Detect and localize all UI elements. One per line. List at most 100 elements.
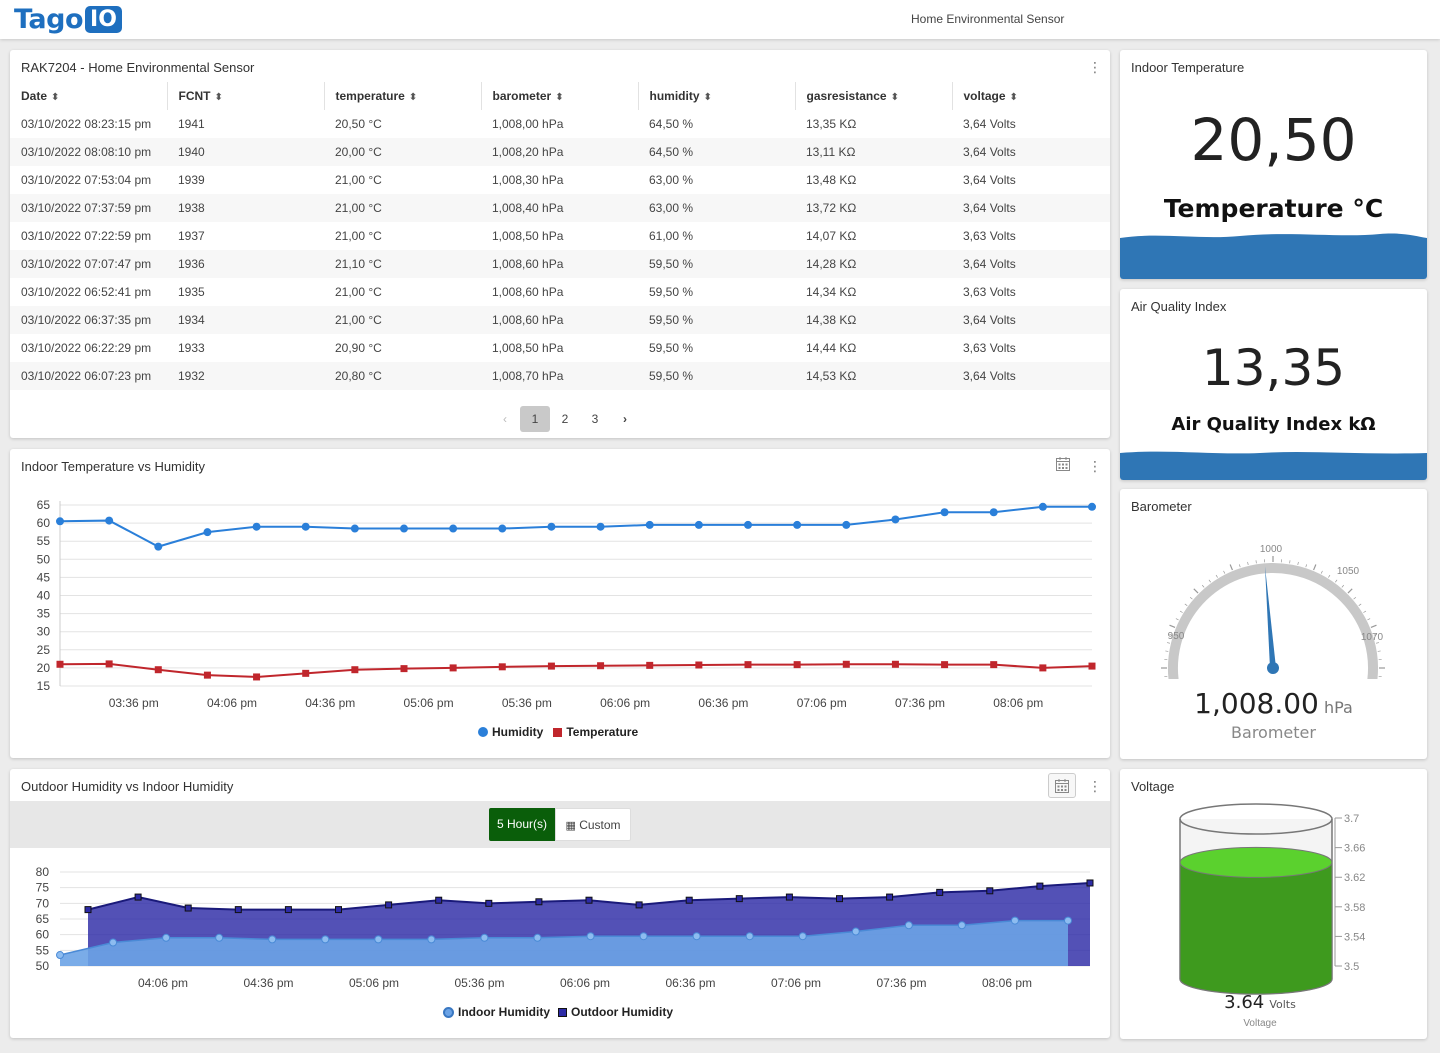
column-header-date[interactable]: Date ⬍ [10, 82, 168, 110]
table-widget-title: RAK7204 - Home Environmental Sensor [21, 60, 255, 75]
column-header-humidity[interactable]: humidity ⬍ [638, 82, 796, 110]
chart2-x-tick-label: 07:06 pm [771, 976, 821, 990]
outdoor-humidity-data-point [735, 895, 743, 903]
air-quality-wave-graphic [1120, 451, 1427, 480]
temperature-data-point [793, 661, 801, 669]
sort-icon[interactable]: ⬍ [51, 92, 59, 103]
indoor-humidity-data-point [109, 938, 118, 947]
indoor-humidity-data-point [851, 927, 860, 936]
tago-logo[interactable]: Tago IO [14, 3, 122, 35]
table-cell: 14,38 KΩ [795, 306, 952, 334]
column-header-barometer[interactable]: barometer ⬍ [481, 82, 639, 110]
temperature-data-point [744, 661, 752, 669]
chart1-y-tick-label: 30 [37, 625, 51, 639]
table-cell: 20,90 °C [335, 341, 382, 355]
table-cell: 59,50 % [649, 341, 694, 355]
table-cell: 14,07 KΩ [806, 229, 857, 243]
five-hours-button[interactable]: 5 Hour(s) [489, 808, 555, 841]
table-row[interactable]: 03/10/2022 07:53:04 pm 1939 21,00 °C 1,008,… [10, 166, 1110, 194]
table-row[interactable]: 03/10/2022 06:22:29 pm 1933 20,90 °C 1,008,… [10, 334, 1110, 362]
prev-page-button[interactable]: ‹ [490, 406, 520, 432]
table-cell: 63,00 % [638, 194, 795, 222]
sort-icon[interactable]: ⬍ [215, 92, 223, 103]
top-bar: Tago IO Home Environmental Sensor [0, 0, 1440, 39]
chart1-y-tick-label: 45 [37, 570, 51, 584]
humidity-legend-label[interactable]: Humidity [492, 725, 543, 739]
gauge-tick [1313, 564, 1317, 571]
table-cell: 1935 [178, 285, 205, 299]
table-cell: 1,008,50 hPa [492, 341, 564, 355]
table-cell: 13,48 KΩ [806, 173, 857, 187]
table-cell: 21,10 °C [324, 250, 481, 278]
outdoor-humidity-legend-label[interactable]: Outdoor Humidity [571, 1005, 673, 1019]
temperature-legend-label[interactable]: Temperature [566, 725, 638, 739]
humidity-data-point [891, 515, 900, 524]
tank-scale-label: 3.5 [1344, 961, 1359, 973]
table-cell: 3,63 Volts [963, 285, 1016, 299]
table-row[interactable]: 03/10/2022 06:07:23 pm 1932 20,80 °C 1,008,… [10, 362, 1110, 390]
column-header-temperature[interactable]: temperature ⬍ [324, 82, 482, 110]
page-2-button[interactable]: 2 [550, 406, 580, 432]
gauge-tick [1247, 561, 1249, 566]
sort-icon[interactable]: ⬍ [891, 92, 899, 103]
outdoor-humidity-data-point [1086, 879, 1094, 887]
table-cell: 03/10/2022 06:07:23 pm [10, 362, 167, 390]
gauge-tick [1335, 579, 1338, 583]
sort-icon[interactable]: ⬍ [555, 92, 563, 103]
voltage-caption: Voltage [1243, 1018, 1277, 1029]
table-row[interactable]: 03/10/2022 06:37:35 pm 1934 21,00 °C 1,008,… [10, 306, 1110, 334]
chart2-x-tick-label: 05:36 pm [454, 976, 504, 990]
table-row[interactable]: 03/10/2022 07:07:47 pm 1936 21,10 °C 1,008,… [10, 250, 1110, 278]
page-3-button[interactable]: 3 [580, 406, 610, 432]
indoor-humidity-legend-marker [443, 1006, 454, 1018]
table-cell: 63,00 % [649, 173, 694, 187]
column-header-gasresistance[interactable]: gasresistance ⬍ [795, 82, 953, 110]
humidity-data-point [449, 524, 458, 533]
table-cell: 1,008,40 hPa [481, 194, 638, 222]
table-cell: 1934 [167, 306, 324, 334]
table-cell: 3,63 Volts [963, 341, 1016, 355]
next-page-button[interactable]: › [610, 406, 640, 432]
indoor-humidity-data-point [692, 932, 701, 941]
calendar-button[interactable] [1048, 773, 1076, 798]
sort-icon[interactable]: ⬍ [704, 92, 712, 103]
chart1-x-tick-label: 05:36 pm [502, 696, 552, 710]
chart2-y-tick-label: 75 [36, 881, 50, 895]
humidity-data-point [56, 517, 64, 526]
custom-range-button[interactable]: ▦ Custom [555, 808, 631, 841]
indoor-humidity-data-point [480, 933, 489, 942]
table-cell: 59,50 % [638, 362, 795, 390]
chart1-y-tick-label: 50 [37, 552, 51, 566]
outdoor-indoor-menu-icon[interactable]: ⋮ [1088, 778, 1102, 794]
gauge-tick [1201, 584, 1205, 588]
humidity-data-point [547, 522, 556, 531]
sort-icon[interactable]: ⬍ [1010, 92, 1018, 103]
chart1-y-tick-label: 60 [37, 516, 51, 530]
column-header-voltage[interactable]: voltage ⬍ [952, 82, 1110, 110]
table-row[interactable]: 03/10/2022 06:52:41 pm 1935 21,00 °C 1,008,… [10, 278, 1110, 306]
column-header-fcnt[interactable]: FCNT ⬍ [167, 82, 325, 110]
page-1-button[interactable]: 1 [520, 406, 550, 432]
outdoor-humidity-data-point [685, 896, 693, 904]
humidity-data-point [498, 524, 507, 533]
tank-scale-label: 3.66 [1344, 843, 1365, 855]
table-row[interactable]: 03/10/2022 07:22:59 pm 1937 21,00 °C 1,008,… [10, 222, 1110, 250]
voltage-widget: Voltage 3.7 3.66 3.62 3.58 3.54 3.5 3.64 Volt… [1120, 769, 1427, 1039]
table-row[interactable]: 03/10/2022 08:08:10 pm 1940 20,00 °C 1,008,… [10, 138, 1110, 166]
table-cell: 03/10/2022 06:52:41 pm [21, 285, 152, 299]
air-quality-title: Air Quality Index [1131, 299, 1227, 314]
gauge-tick [1189, 596, 1193, 600]
table-menu-icon[interactable]: ⋮ [1088, 59, 1102, 75]
gauge-needle [1264, 566, 1276, 669]
gauge-tick [1370, 624, 1377, 628]
chart1-y-tick-label: 20 [37, 661, 51, 675]
table-cell: 14,53 KΩ [795, 362, 952, 390]
indoor-humidity-legend-label[interactable]: Indoor Humidity [458, 1005, 550, 1019]
outdoor-humidity-data-point [986, 887, 994, 895]
outdoor-humidity-data-point [485, 899, 493, 907]
table-row[interactable]: 03/10/2022 07:37:59 pm 1938 21,00 °C 1,008,… [10, 194, 1110, 222]
temperature-data-point [646, 661, 654, 669]
table-row[interactable]: 03/10/2022 08:23:15 pm 1941 20,50 °C 1,008,… [10, 110, 1110, 138]
sort-icon[interactable]: ⬍ [409, 92, 417, 103]
gauge-tick [1169, 624, 1176, 628]
